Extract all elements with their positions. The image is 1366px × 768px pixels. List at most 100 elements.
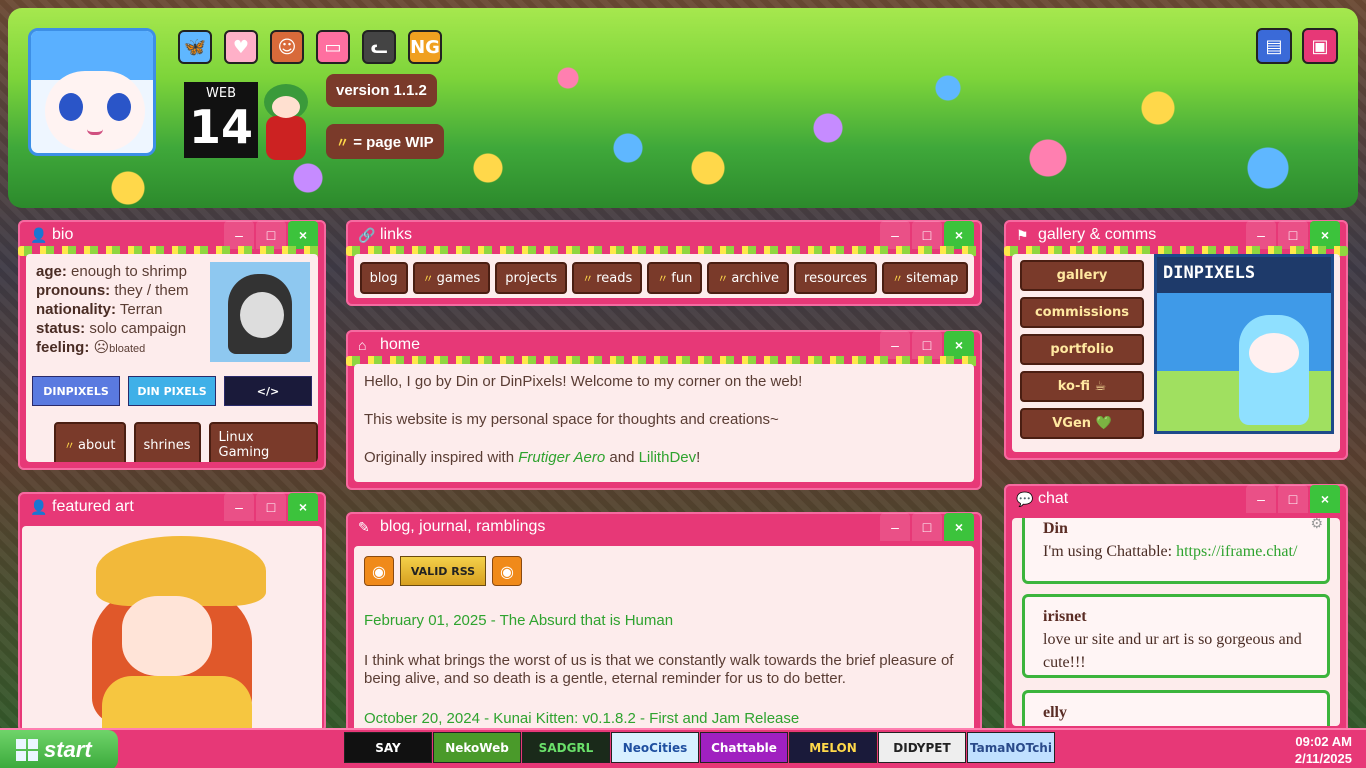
blog-titlebar[interactable]: ✎ blog, journal, ramblings – □ ×	[346, 512, 982, 542]
bio-portrait	[210, 262, 310, 362]
taskbar-banner[interactable]: NeoCities	[611, 732, 699, 763]
web14-badge[interactable]: WEB 14	[184, 82, 258, 158]
taskbar-banner[interactable]: SAY	[344, 732, 432, 763]
vgen-button[interactable]: VGen 💚	[1020, 408, 1144, 439]
links-nav: blog 〃 games projects 〃 reads 〃 fun 〃 archive reso…	[354, 262, 974, 294]
leaf-icon: 〃	[336, 135, 350, 150]
link-icon: 🔗	[358, 226, 376, 243]
mascot-sprite	[254, 80, 318, 164]
bio-row: pronouns: they / them	[36, 282, 189, 299]
close-button[interactable]: ×	[944, 221, 974, 249]
bio-row: feeling: ☹bloated	[36, 339, 146, 356]
chat-titlebar[interactable]: 💬 chat – □ ×	[1004, 484, 1348, 514]
maximize-button[interactable]: □	[912, 221, 942, 249]
taskbar-banner[interactable]: MELON	[789, 732, 877, 763]
valid-rss-badge[interactable]: VALID RSS	[400, 556, 486, 586]
minimize-button[interactable]: –	[1246, 485, 1276, 513]
taskbar-banner[interactable]: NekoWeb	[433, 732, 521, 763]
banner-dinpixels[interactable]: DINPIXELS	[32, 376, 120, 406]
maximize-button[interactable]: □	[256, 221, 286, 249]
minimize-button[interactable]: –	[880, 221, 910, 249]
maximize-button[interactable]: □	[912, 513, 942, 541]
header-right-icons: ▤ ▣	[1256, 28, 1338, 64]
taskbar: start SAY NekoWeb SADGRL NeoCities Chattable…	[0, 728, 1366, 768]
window-title: links	[380, 226, 413, 243]
featured-titlebar[interactable]: 👤 featured art – □ ×	[18, 492, 326, 522]
link-fun[interactable]: 〃 fun	[647, 262, 703, 294]
lilithdev-link[interactable]: LilithDev	[639, 449, 697, 466]
link-projects[interactable]: projects	[495, 262, 568, 294]
commissions-button[interactable]: commissions	[1020, 297, 1144, 328]
chat-link[interactable]: https://iframe.chat/	[1176, 543, 1297, 560]
maximize-button[interactable]: □	[256, 493, 286, 521]
window-title: chat	[1038, 490, 1069, 507]
close-button[interactable]: ×	[288, 493, 318, 521]
kofi-button[interactable]: ko-fi ☕	[1020, 371, 1144, 402]
about-button[interactable]: 〃 about	[54, 422, 126, 462]
link-archive[interactable]: 〃 archive	[707, 262, 790, 294]
gallery-preview[interactable]: DINPIXELS	[1154, 254, 1334, 434]
bio-row: age: enough to shrimp	[36, 263, 187, 280]
minimize-button[interactable]: –	[224, 493, 254, 521]
start-label: start	[44, 737, 92, 762]
avatar[interactable]	[28, 28, 156, 156]
link-sitemap[interactable]: 〃 sitemap	[882, 262, 969, 294]
newgrounds-icon[interactable]: NG	[408, 30, 442, 64]
link-reads[interactable]: 〃 reads	[572, 262, 643, 294]
featured-art-image[interactable]	[22, 526, 322, 732]
close-button[interactable]: ×	[288, 221, 318, 249]
leaf-icon: 〃	[422, 272, 434, 285]
frutiger-aero-link[interactable]: Frutiger Aero	[518, 449, 605, 466]
rss-feed-icon[interactable]: ◉	[492, 556, 522, 586]
clock[interactable]: 09:02 AM 2/11/2025	[1295, 733, 1352, 767]
link-games[interactable]: 〃 games	[412, 262, 491, 294]
window-title: blog, journal, ramblings	[380, 518, 546, 535]
rss-icon[interactable]: ◉	[364, 556, 394, 586]
link-blog[interactable]: blog	[359, 262, 408, 294]
social-icons: 🦋 ♥ ☺ ▭ ᓚ NG	[178, 30, 442, 64]
maximize-button[interactable]: □	[1278, 221, 1308, 249]
window-title: bio	[52, 226, 74, 243]
bread-icon[interactable]: ▭	[316, 30, 350, 64]
kofi-cup-icon[interactable]: ♥	[224, 30, 258, 64]
portfolio-button[interactable]: portfolio	[1020, 334, 1144, 365]
chat-message: irisnet love ur site and ur art is so go…	[1022, 594, 1330, 678]
close-button[interactable]: ×	[1310, 221, 1340, 249]
start-button[interactable]: start	[0, 730, 118, 768]
banner-din-pixels[interactable]: DIN PIXELS	[128, 376, 216, 406]
bio-details: age: enough to shrimp pronouns: they / th…	[36, 262, 189, 359]
taskbar-banner[interactable]: SADGRL	[522, 732, 610, 763]
gallery-button[interactable]: gallery	[1020, 260, 1144, 291]
minimize-button[interactable]: –	[1246, 221, 1276, 249]
pixel-scene-icon[interactable]: ▤	[1256, 28, 1292, 64]
bluesky-icon[interactable]: 🦋	[178, 30, 212, 64]
windows-logo-icon	[16, 739, 38, 761]
taskbar-banner[interactable]: DIDYPET	[878, 732, 966, 763]
taskbar-banner[interactable]: Chattable	[700, 732, 788, 763]
banner-code[interactable]: </>	[224, 376, 312, 406]
leaf-icon: 〃	[717, 272, 729, 285]
minimize-button[interactable]: –	[880, 331, 910, 359]
bio-row: nationality: Terran	[36, 301, 163, 318]
close-button[interactable]: ×	[944, 513, 974, 541]
maximize-button[interactable]: □	[912, 331, 942, 359]
maximize-button[interactable]: □	[1278, 485, 1308, 513]
clock-date: 2/11/2025	[1294, 751, 1352, 766]
character-icon[interactable]: ☺	[270, 30, 304, 64]
linux-gaming-button[interactable]: Linux Gaming	[208, 422, 318, 462]
close-button[interactable]: ×	[1310, 485, 1340, 513]
blog-post-link[interactable]: October 20, 2024 - Kunai Kitten: v0.1.8.…	[364, 710, 964, 728]
minimize-button[interactable]: –	[224, 221, 254, 249]
link-resources[interactable]: resources	[794, 262, 878, 294]
shrines-button[interactable]: shrines	[133, 422, 201, 462]
taskbar-banner[interactable]: TamaNOTchi	[967, 732, 1055, 763]
gallery-preview-title: DINPIXELS	[1157, 257, 1331, 293]
version-badge: version 1.1.2	[326, 74, 437, 107]
links-body: blog 〃 games projects 〃 reads 〃 fun 〃 archive reso…	[354, 254, 974, 298]
close-button[interactable]: ×	[944, 331, 974, 359]
blog-post-link[interactable]: February 01, 2025 - The Absurd that is H…	[364, 612, 964, 630]
gear-icon[interactable]: ⚙	[1310, 518, 1323, 536]
minimize-button[interactable]: –	[880, 513, 910, 541]
cat-icon[interactable]: ᓚ	[362, 30, 396, 64]
pixel-window-icon[interactable]: ▣	[1302, 28, 1338, 64]
